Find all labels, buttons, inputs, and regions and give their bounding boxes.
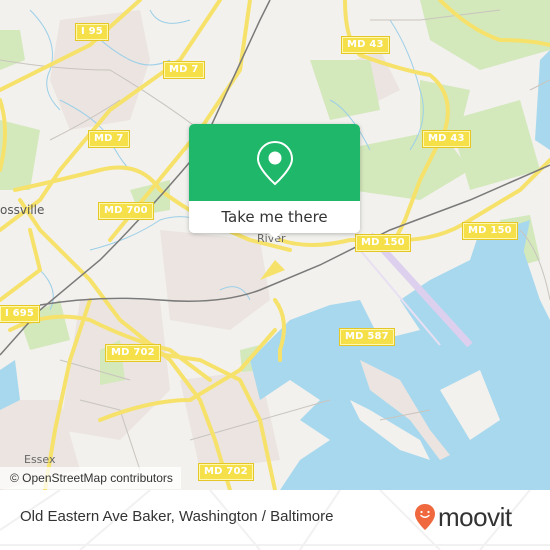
road-shield-md7: MD 7 (163, 61, 205, 79)
moovit-logo[interactable]: moovit (414, 503, 512, 531)
road-shield-md702: MD 702 (105, 344, 161, 362)
place-label-rossville: ossville (0, 203, 45, 217)
road-shield-md7: MD 7 (88, 130, 130, 148)
map-pin-icon (256, 140, 293, 185)
road-shield-md150: MD 150 (462, 222, 518, 240)
road-shield-md43: MD 43 (422, 130, 471, 148)
road-shield-md587: MD 587 (339, 328, 395, 346)
place-label-essex: Essex (24, 453, 56, 466)
footer-bar: Old Eastern Ave Baker, Washington / Balt… (0, 490, 550, 550)
location-popup: Take me there (189, 124, 360, 233)
map-canvas (0, 0, 550, 490)
moovit-pin-icon (415, 504, 435, 530)
road-shield-md43: MD 43 (341, 36, 390, 54)
popup-pointer (268, 232, 282, 239)
location-title: Old Eastern Ave Baker, Washington / Balt… (20, 508, 334, 525)
road-shield-md702: MD 702 (198, 463, 254, 481)
popup-header (189, 124, 360, 201)
road-shield-i695: I 695 (0, 305, 41, 323)
map-attribution[interactable]: © OpenStreetMap contributors (0, 467, 181, 489)
map-view[interactable]: I 95 MD 7 MD 7 MD 43 MD 43 MD 700 MD 150… (0, 0, 550, 490)
road-shield-md700: MD 700 (98, 202, 154, 220)
moovit-wordmark: moovit (438, 502, 512, 532)
road-shield-md150: MD 150 (355, 234, 411, 252)
take-me-there-button[interactable]: Take me there (189, 201, 360, 233)
road-shield-i95: I 95 (75, 23, 109, 41)
